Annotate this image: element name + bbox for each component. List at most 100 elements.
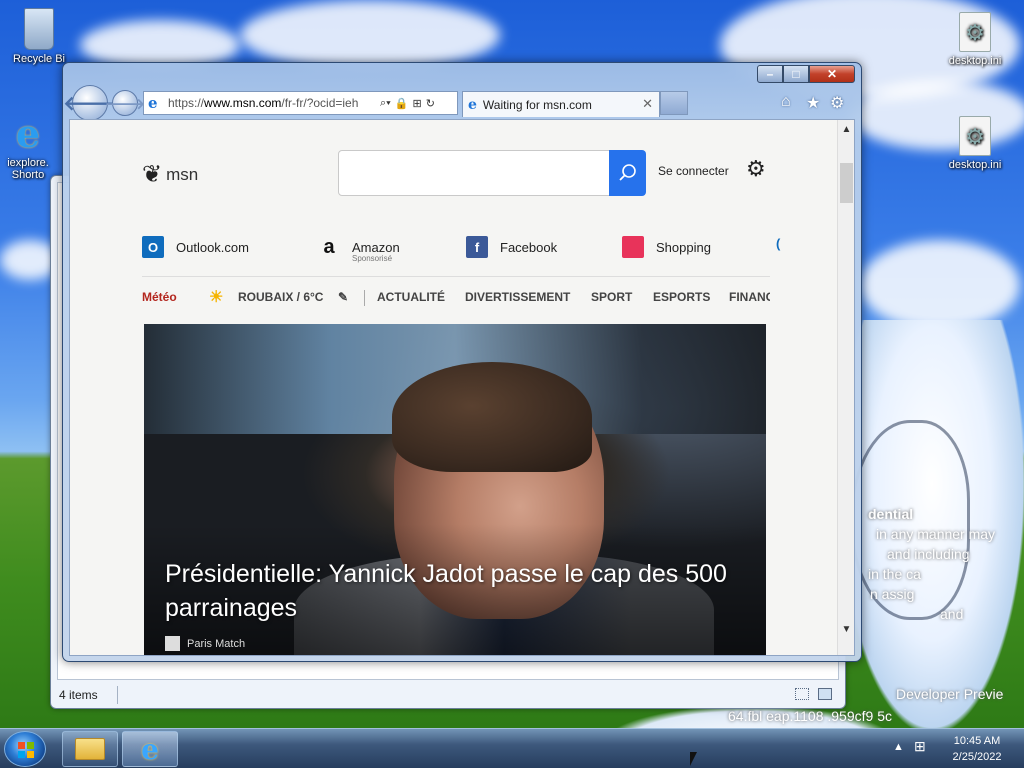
category-nav: Météo ☀ ROUBAIX / 6°C ✎ ACTUALITÉ DIVERT… <box>142 288 770 308</box>
taskbar-ie[interactable]: e <box>122 731 178 767</box>
facebook-icon: f <box>466 236 488 258</box>
back-button[interactable]: 🡐 <box>63 85 117 121</box>
desktop-ini-file-2[interactable]: ⚙ desktop.ini <box>938 116 1012 171</box>
tab-title: Waiting for msn.com <box>482 97 592 112</box>
show-hidden-icons[interactable]: ▲ <box>893 741 904 753</box>
preview-view-icon[interactable] <box>818 688 832 700</box>
nav-item[interactable]: DIVERTISSEMENT <box>465 290 570 304</box>
vertical-scrollbar[interactable]: ▲ ▼ <box>837 120 854 655</box>
sponsored-label: Sponsorisé <box>352 254 393 263</box>
new-tab-button[interactable] <box>660 91 688 115</box>
settings-file-icon: ⚙ <box>959 12 991 52</box>
tab-close-icon[interactable]: ✕ <box>642 96 653 112</box>
recycle-bin-shortcut[interactable]: Recycle Bi <box>2 8 76 65</box>
quick-link-label: Shopping <box>656 239 711 255</box>
maximize-button[interactable]: □ <box>783 65 809 83</box>
quick-link-next-icon[interactable]: ( <box>776 236 780 251</box>
settings-gear-icon[interactable]: ⚙ <box>746 156 766 182</box>
nav-meteo[interactable]: Météo <box>142 290 177 304</box>
refresh-icon[interactable]: ↻ <box>426 97 435 110</box>
signin-link[interactable]: Se connecter <box>658 164 729 178</box>
search-button[interactable] <box>609 150 646 196</box>
sun-icon: ☀ <box>209 289 224 306</box>
desktop-ini-file-1[interactable]: ⚙ desktop.ini <box>938 12 1012 67</box>
status-separator <box>117 686 118 704</box>
lock-icon[interactable]: 🔒 <box>395 97 409 110</box>
source-logo <box>165 636 180 651</box>
watermark-line: dential <box>868 506 914 522</box>
watermark-line: n assig <box>870 586 915 602</box>
internet-explorer-icon: e <box>141 732 159 766</box>
close-button[interactable]: ✕ <box>809 65 855 83</box>
favorites-icon[interactable]: ★ <box>806 93 820 113</box>
nav-item[interactable]: ACTUALITÉ <box>377 290 445 304</box>
outlook-icon: O <box>142 236 164 258</box>
quick-link-outlook[interactable]: O Outlook.com <box>142 236 249 258</box>
scroll-up-icon[interactable]: ▲ <box>838 124 854 141</box>
watermark-line: and including <box>887 546 970 562</box>
clock-time: 10:45 AM <box>953 735 1001 747</box>
iexplore-label: iexplore. Shorto <box>7 157 49 181</box>
nav-item[interactable]: FINANC <box>729 290 770 304</box>
mouse-cursor <box>690 752 697 766</box>
ie-window[interactable]: – □ ✕ 🡐 🡒 e https://www.msn.com/fr-fr/?o… <box>62 62 862 662</box>
hero-photo-hair <box>392 362 592 472</box>
iexplore-shortcut[interactable]: e iexplore. Shorto <box>0 114 56 182</box>
cloud <box>860 240 1020 330</box>
taskbar-explorer[interactable] <box>62 731 118 767</box>
address-url[interactable]: https://www.msn.com/fr-fr/?ocid=ieh <box>168 96 376 110</box>
folder-icon <box>75 738 105 760</box>
watermark-line: in the ca <box>868 566 921 582</box>
hero-source: Paris Match <box>165 636 245 651</box>
compat-view-icon[interactable]: ⊞ <box>412 97 421 110</box>
status-item-count: 4 items <box>59 688 98 702</box>
msn-logo[interactable]: ❦ msn <box>142 160 198 189</box>
edit-pencil-icon[interactable]: ✎ <box>338 290 348 304</box>
source-name: Paris Match <box>187 637 246 650</box>
search-input[interactable] <box>338 150 610 196</box>
quick-link-amazon[interactable]: a Amazon Sponsorisé <box>318 235 399 264</box>
hero-article[interactable]: Présidentielle: Yannick Jadot passe le c… <box>144 324 766 655</box>
quick-link-shopping[interactable]: Shopping <box>622 236 711 258</box>
watermark-line: Developer Previe <box>896 686 1004 702</box>
taskbar: e ▲ ⊞ 10:45 AM 2/25/2022 <box>0 728 1024 768</box>
nav-item[interactable]: ESPORTS <box>653 290 710 304</box>
settings-file-icon: ⚙ <box>959 116 991 156</box>
quick-link-label: Outlook.com <box>176 239 249 255</box>
clock[interactable]: 10:45 AM 2/25/2022 <box>944 733 1010 765</box>
windows-logo-icon <box>18 742 34 758</box>
clock-date: 2/25/2022 <box>952 751 1002 763</box>
recycle-bin-icon <box>24 8 54 50</box>
page-viewport[interactable]: ❦ msn Se connecter ⚙ O Outlook.com a Ama… <box>69 119 855 656</box>
quick-link-label: Facebook <box>500 239 558 255</box>
forward-button[interactable]: 🡒 <box>105 90 145 116</box>
nav-item[interactable]: SPORT <box>591 290 632 304</box>
minimize-button[interactable]: – <box>757 65 783 83</box>
quick-link-facebook[interactable]: f Facebook <box>466 236 557 258</box>
msn-page: ❦ msn Se connecter ⚙ O Outlook.com a Ama… <box>70 120 838 655</box>
recycle-bin-label: Recycle Bi <box>13 53 65 65</box>
nav-separator <box>364 290 365 306</box>
search-icon[interactable]: ⌕▾ <box>380 97 391 110</box>
scroll-thumb[interactable] <box>840 163 853 203</box>
nav-weather[interactable]: ROUBAIX / 6°C <box>238 290 323 304</box>
desktop-ini-label: desktop.ini <box>948 159 1002 171</box>
start-button[interactable] <box>4 731 46 767</box>
ie-page-icon: e <box>148 94 158 112</box>
scroll-down-icon[interactable]: ▼ <box>838 624 854 641</box>
desktop-ini-label: desktop.ini <box>948 55 1002 67</box>
watermark-line: in any manner may <box>876 526 996 542</box>
watermark-line: 64.fbl eap.1108 .959cf9 5c <box>728 708 892 724</box>
tab-msn[interactable]: e Waiting for msn.com ✕ <box>462 91 660 117</box>
tools-gear-icon[interactable]: ⚙ <box>830 93 844 113</box>
hero-headline[interactable]: Présidentielle: Yannick Jadot passe le c… <box>165 557 745 625</box>
details-view-icon[interactable] <box>795 688 809 700</box>
shopping-bag-icon <box>622 236 644 258</box>
address-bar[interactable]: e https://www.msn.com/fr-fr/?ocid=ieh ⌕▾… <box>143 91 458 115</box>
home-icon[interactable]: ⌂ <box>781 93 791 111</box>
amazon-icon: a <box>323 235 335 258</box>
msn-logo-text: msn <box>166 164 199 184</box>
network-icon[interactable]: ⊞ <box>914 738 926 755</box>
watermark-line: and <box>940 606 964 622</box>
cloud <box>240 0 500 70</box>
